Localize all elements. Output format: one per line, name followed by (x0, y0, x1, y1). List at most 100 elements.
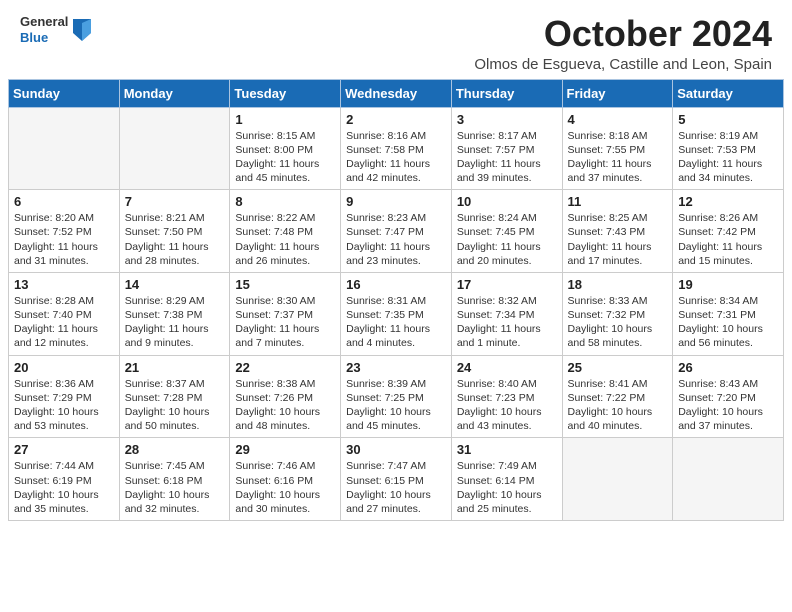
table-row: 23 Sunrise: 8:39 AM Sunset: 7:25 PM Dayli… (341, 355, 452, 438)
table-row: 9Sunrise: 8:23 AM Sunset: 7:47 PM Daylig… (341, 190, 452, 273)
table-row: 18 Sunrise: 8:33 AM Sunset: 7:32 PM Dayli… (562, 272, 673, 355)
day-number: 29 (235, 442, 335, 457)
day-number: 19 (678, 277, 778, 292)
month-title: October 2024 (474, 14, 772, 54)
day-info: Sunrise: 8:24 AM Sunset: 7:45 PM Dayligh… (457, 211, 557, 268)
header: General Blue October 2024 Olmos de Esgue… (0, 0, 792, 79)
day-info: Sunrise: 8:22 AM Sunset: 7:48 PM Dayligh… (235, 211, 335, 268)
day-info: Sunrise: 8:18 AM Sunset: 7:55 PM Dayligh… (568, 129, 668, 186)
column-header-sunday: Sunday (9, 79, 120, 107)
day-number: 9 (346, 194, 446, 209)
day-info: Sunrise: 8:36 AM Sunset: 7:29 PM Dayligh… (14, 377, 114, 434)
table-row: 15 Sunrise: 8:30 AM Sunset: 7:37 PM Dayli… (230, 272, 341, 355)
day-info: Sunrise: 8:16 AM Sunset: 7:58 PM Dayligh… (346, 129, 446, 186)
table-row: 14Sunrise: 8:29 AM Sunset: 7:38 PM Dayli… (119, 272, 230, 355)
table-row: 3 Sunrise: 8:17 AM Sunset: 7:57 PM Daylig… (451, 107, 562, 190)
table-row (562, 438, 673, 521)
day-info: Sunrise: 8:15 AM Sunset: 8:00 PM Dayligh… (235, 129, 335, 186)
table-row: 28 Sunrise: 7:45 AM Sunset: 6:18 PM Dayli… (119, 438, 230, 521)
day-info: Sunrise: 8:26 AM Sunset: 7:42 PM Dayligh… (678, 211, 778, 268)
day-number: 27 (14, 442, 114, 457)
logo: General Blue (20, 14, 91, 45)
calendar-week-row: 13 Sunrise: 8:28 AM Sunset: 7:40 PM Dayli… (9, 272, 784, 355)
day-number: 31 (457, 442, 557, 457)
table-row: 13 Sunrise: 8:28 AM Sunset: 7:40 PM Dayli… (9, 272, 120, 355)
day-number: 3 (457, 112, 557, 127)
day-number: 2 (346, 112, 446, 127)
day-number: 24 (457, 360, 557, 375)
table-row: 30Sunrise: 7:47 AM Sunset: 6:15 PM Dayli… (341, 438, 452, 521)
day-number: 7 (125, 194, 225, 209)
table-row: 17 Sunrise: 8:32 AM Sunset: 7:34 PM Dayli… (451, 272, 562, 355)
table-row: 27Sunrise: 7:44 AM Sunset: 6:19 PM Dayli… (9, 438, 120, 521)
day-info: Sunrise: 7:49 AM Sunset: 6:14 PM Dayligh… (457, 459, 557, 516)
day-info: Sunrise: 7:45 AM Sunset: 6:18 PM Dayligh… (125, 459, 225, 516)
table-row: 26 Sunrise: 8:43 AM Sunset: 7:20 PM Dayli… (673, 355, 784, 438)
day-number: 20 (14, 360, 114, 375)
day-info: Sunrise: 8:39 AM Sunset: 7:25 PM Dayligh… (346, 377, 446, 434)
logo-icon (73, 19, 91, 41)
day-info: Sunrise: 7:47 AM Sunset: 6:15 PM Dayligh… (346, 459, 446, 516)
day-info: Sunrise: 8:31 AM Sunset: 7:35 PM Dayligh… (346, 294, 446, 351)
day-number: 8 (235, 194, 335, 209)
day-info: Sunrise: 8:17 AM Sunset: 7:57 PM Dayligh… (457, 129, 557, 186)
table-row: 11Sunrise: 8:25 AM Sunset: 7:43 PM Dayli… (562, 190, 673, 273)
logo-blue: Blue (20, 30, 48, 45)
column-header-saturday: Saturday (673, 79, 784, 107)
calendar-week-row: 6Sunrise: 8:20 AM Sunset: 7:52 PM Daylig… (9, 190, 784, 273)
column-header-tuesday: Tuesday (230, 79, 341, 107)
day-number: 6 (14, 194, 114, 209)
calendar-week-row: 1 Sunrise: 8:15 AM Sunset: 8:00 PM Daylig… (9, 107, 784, 190)
table-row: 16 Sunrise: 8:31 AM Sunset: 7:35 PM Dayli… (341, 272, 452, 355)
title-area: October 2024 Olmos de Esgueva, Castille … (474, 14, 772, 73)
column-header-monday: Monday (119, 79, 230, 107)
day-info: Sunrise: 8:19 AM Sunset: 7:53 PM Dayligh… (678, 129, 778, 186)
day-info: Sunrise: 8:32 AM Sunset: 7:34 PM Dayligh… (457, 294, 557, 351)
day-number: 26 (678, 360, 778, 375)
table-row: 1 Sunrise: 8:15 AM Sunset: 8:00 PM Daylig… (230, 107, 341, 190)
day-number: 17 (457, 277, 557, 292)
calendar-week-row: 20 Sunrise: 8:36 AM Sunset: 7:29 PM Dayli… (9, 355, 784, 438)
table-row: 20 Sunrise: 8:36 AM Sunset: 7:29 PM Dayli… (9, 355, 120, 438)
column-header-thursday: Thursday (451, 79, 562, 107)
day-info: Sunrise: 8:43 AM Sunset: 7:20 PM Dayligh… (678, 377, 778, 434)
day-number: 18 (568, 277, 668, 292)
day-info: Sunrise: 8:34 AM Sunset: 7:31 PM Dayligh… (678, 294, 778, 351)
column-header-friday: Friday (562, 79, 673, 107)
table-row: 8 Sunrise: 8:22 AM Sunset: 7:48 PM Daylig… (230, 190, 341, 273)
table-row: 4 Sunrise: 8:18 AM Sunset: 7:55 PM Daylig… (562, 107, 673, 190)
day-number: 28 (125, 442, 225, 457)
day-number: 12 (678, 194, 778, 209)
calendar-table: SundayMondayTuesdayWednesdayThursdayFrid… (8, 79, 784, 521)
day-number: 22 (235, 360, 335, 375)
day-number: 15 (235, 277, 335, 292)
table-row (673, 438, 784, 521)
calendar-header-row: SundayMondayTuesdayWednesdayThursdayFrid… (9, 79, 784, 107)
day-info: Sunrise: 8:30 AM Sunset: 7:37 PM Dayligh… (235, 294, 335, 351)
day-info: Sunrise: 8:38 AM Sunset: 7:26 PM Dayligh… (235, 377, 335, 434)
day-number: 13 (14, 277, 114, 292)
day-number: 16 (346, 277, 446, 292)
table-row (9, 107, 120, 190)
day-info: Sunrise: 8:37 AM Sunset: 7:28 PM Dayligh… (125, 377, 225, 434)
day-number: 25 (568, 360, 668, 375)
table-row: 31 Sunrise: 7:49 AM Sunset: 6:14 PM Dayli… (451, 438, 562, 521)
table-row: 19 Sunrise: 8:34 AM Sunset: 7:31 PM Dayli… (673, 272, 784, 355)
day-info: Sunrise: 8:33 AM Sunset: 7:32 PM Dayligh… (568, 294, 668, 351)
day-number: 23 (346, 360, 446, 375)
day-number: 11 (568, 194, 668, 209)
calendar-week-row: 27Sunrise: 7:44 AM Sunset: 6:19 PM Dayli… (9, 438, 784, 521)
table-row: 21Sunrise: 8:37 AM Sunset: 7:28 PM Dayli… (119, 355, 230, 438)
day-number: 4 (568, 112, 668, 127)
table-row: 7Sunrise: 8:21 AM Sunset: 7:50 PM Daylig… (119, 190, 230, 273)
table-row: 12 Sunrise: 8:26 AM Sunset: 7:42 PM Dayli… (673, 190, 784, 273)
day-number: 14 (125, 277, 225, 292)
day-number: 10 (457, 194, 557, 209)
day-info: Sunrise: 8:41 AM Sunset: 7:22 PM Dayligh… (568, 377, 668, 434)
calendar-wrapper: SundayMondayTuesdayWednesdayThursdayFrid… (0, 79, 792, 529)
table-row: 22 Sunrise: 8:38 AM Sunset: 7:26 PM Dayli… (230, 355, 341, 438)
day-info: Sunrise: 7:46 AM Sunset: 6:16 PM Dayligh… (235, 459, 335, 516)
table-row: 24Sunrise: 8:40 AM Sunset: 7:23 PM Dayli… (451, 355, 562, 438)
day-number: 1 (235, 112, 335, 127)
day-info: Sunrise: 8:28 AM Sunset: 7:40 PM Dayligh… (14, 294, 114, 351)
